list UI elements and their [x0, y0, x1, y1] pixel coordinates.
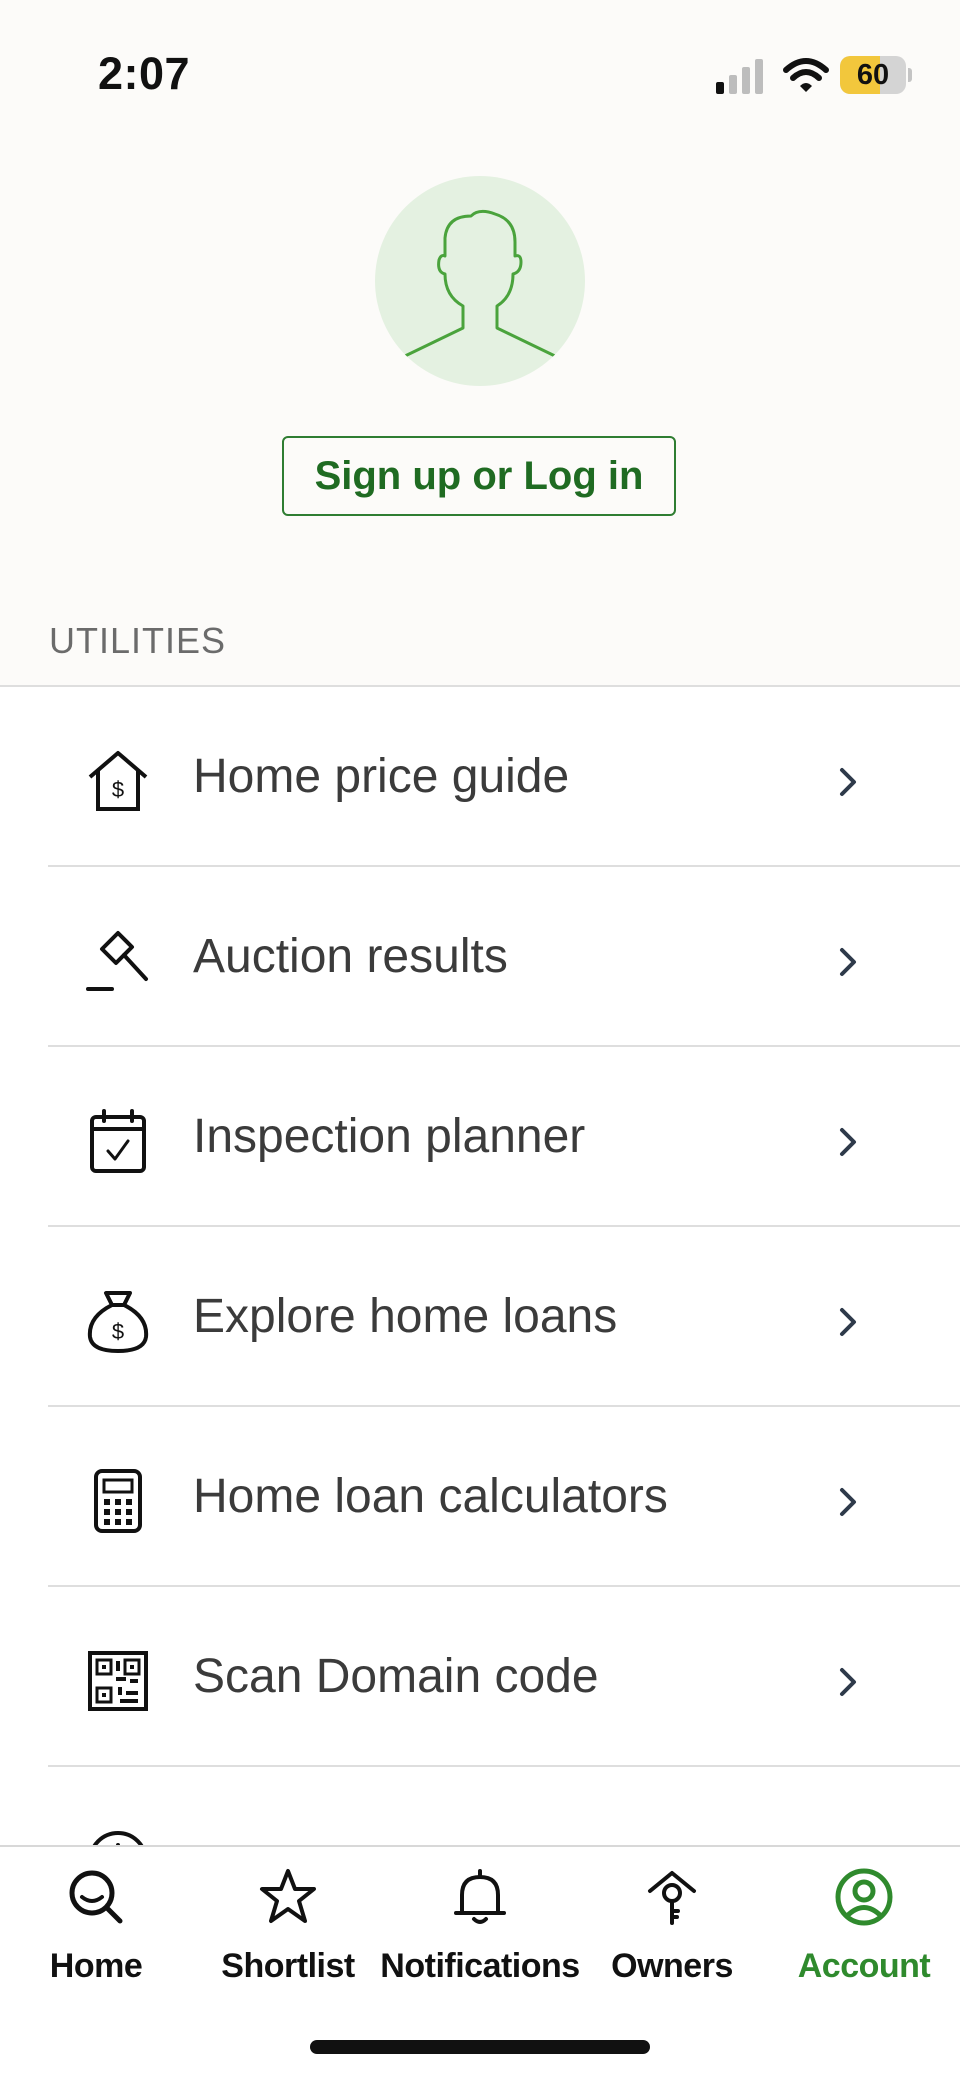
wifi-icon	[783, 58, 829, 92]
money-bag-icon: $	[87, 1291, 149, 1353]
list-item-auction-results[interactable]: Auction results	[0, 867, 960, 1047]
list-item-home-price-guide[interactable]: $ Home price guide	[0, 687, 960, 867]
person-icon	[403, 209, 557, 358]
home-indicator	[310, 2040, 650, 2054]
search-home-icon	[69, 1870, 123, 1924]
house-key-icon	[648, 1871, 696, 1925]
section-title-utilities: UTILITIES	[49, 620, 227, 661]
clock-icon	[91, 1831, 145, 1847]
star-icon	[260, 1869, 316, 1923]
list-item-inspection-planner[interactable]: Inspection planner	[0, 1047, 960, 1227]
signup-login-button[interactable]: Sign up or Log in	[282, 436, 676, 516]
chevron-right-icon	[840, 948, 856, 976]
tab-account[interactable]: Account	[768, 1847, 960, 2007]
list-item-label: Home price guide	[193, 750, 570, 803]
tab-owners[interactable]: Owners	[576, 1847, 768, 2007]
signal-icon	[716, 59, 763, 94]
calculator-icon	[94, 1469, 142, 1533]
list-item-home-loan-calculators[interactable]: Home loan calculators	[0, 1407, 960, 1587]
list-item-label: Inspection planner	[193, 1110, 586, 1163]
tab-label: Account	[797, 1947, 931, 1985]
battery-level: 60	[856, 59, 890, 91]
list-item-label: Home loan calculators	[193, 1470, 668, 1523]
chevron-right-icon	[840, 1128, 856, 1156]
account-circle-icon	[835, 1868, 893, 1926]
chevron-right-icon	[840, 1488, 856, 1516]
gavel-icon	[86, 931, 148, 991]
avatar	[375, 176, 585, 386]
tab-home[interactable]: Home	[0, 1847, 192, 2007]
svg-text:$: $	[112, 1319, 124, 1344]
tab-shortlist[interactable]: Shortlist	[192, 1847, 384, 2007]
battery-icon: 60	[840, 56, 912, 94]
calendar-check-icon	[90, 1109, 146, 1173]
bell-icon	[454, 1869, 506, 1924]
chevron-right-icon	[840, 768, 856, 796]
house-dollar-icon: $	[88, 751, 148, 811]
list-item-scan-domain-code[interactable]: Scan Domain code	[0, 1587, 960, 1767]
chevron-right-icon	[840, 1668, 856, 1696]
status-time: 2:07	[98, 48, 191, 99]
status-bar: 2:07 60	[0, 0, 960, 150]
list-item-label: Scan Domain code	[193, 1650, 599, 1703]
utilities-list: $ Home price guide Auction results Inspe…	[0, 685, 960, 1847]
chevron-right-icon	[840, 1308, 856, 1336]
list-item-explore-home-loans[interactable]: $ Explore home loans	[0, 1227, 960, 1407]
svg-text:$: $	[112, 777, 124, 802]
list-item-partial[interactable]	[0, 1767, 960, 1847]
tab-notifications[interactable]: Notifications	[380, 1847, 580, 2007]
qr-code-icon	[88, 1651, 148, 1711]
list-item-label: Auction results	[193, 930, 508, 983]
list-item-label: Explore home loans	[193, 1290, 618, 1343]
